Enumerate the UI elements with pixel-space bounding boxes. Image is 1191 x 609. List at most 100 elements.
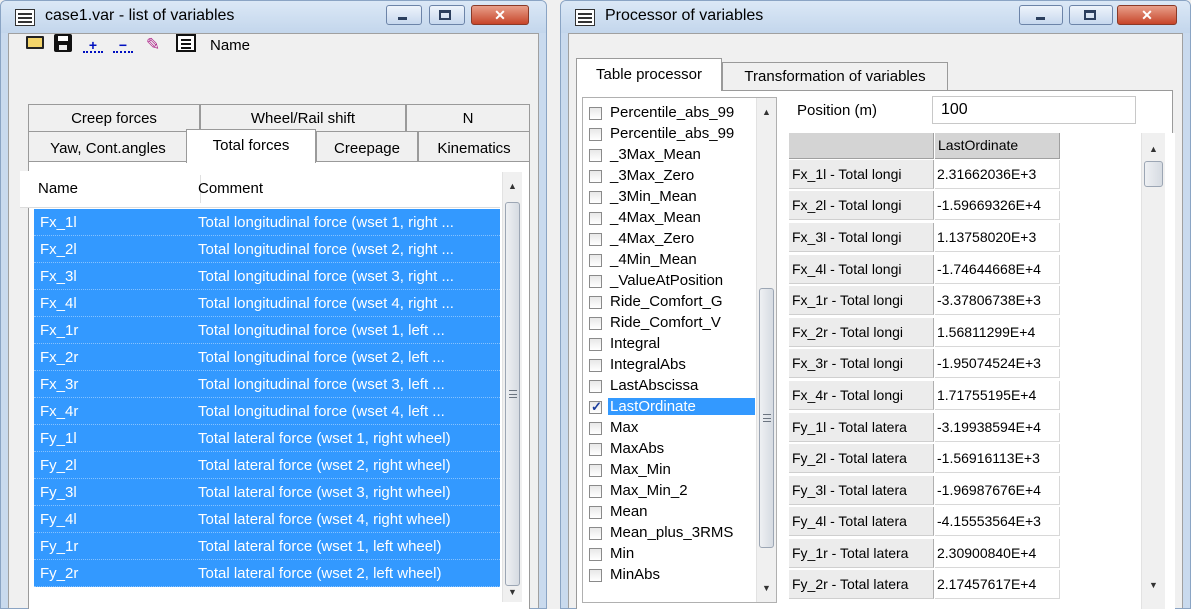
table-row[interactable]: Fy_3l Total lateral force (wset 3, right … bbox=[34, 479, 500, 506]
scroll-thumb[interactable] bbox=[759, 288, 774, 548]
row-header[interactable]: Fy_3l - Total latera bbox=[789, 476, 934, 505]
maximize-button[interactable] bbox=[1069, 5, 1113, 25]
scroll-down-icon[interactable]: ▼ bbox=[503, 584, 522, 600]
row-header[interactable]: Fx_3l - Total longi bbox=[789, 223, 934, 252]
table-row[interactable]: Fy_1l - Total latera -3.19938594E+4 bbox=[789, 413, 1060, 442]
scroll-up-icon[interactable]: ▲ bbox=[757, 104, 776, 120]
list-item[interactable]: Mean_plus_3RMS bbox=[587, 523, 757, 544]
list-item[interactable]: Max_Min bbox=[587, 460, 757, 481]
row-header[interactable]: Fy_2r - Total latera bbox=[789, 570, 934, 599]
list-item[interactable]: Ride_Comfort_G bbox=[587, 292, 757, 313]
list-item[interactable]: _3Min_Mean bbox=[587, 187, 757, 208]
row-header[interactable]: Fy_1l - Total latera bbox=[789, 413, 934, 442]
row-header[interactable]: Fx_1l - Total longi bbox=[789, 160, 934, 189]
list-item[interactable]: Ride_Comfort_V bbox=[587, 313, 757, 334]
tab-creep-forces[interactable]: Creep forces bbox=[28, 104, 200, 131]
row-header[interactable]: Fy_1r - Total latera bbox=[789, 539, 934, 568]
tab-kinematics[interactable]: Kinematics bbox=[418, 131, 530, 161]
list-item[interactable]: _3Max_Zero bbox=[587, 166, 757, 187]
table-row[interactable]: Fx_4r - Total longi 1.71755195E+4 bbox=[789, 381, 1060, 410]
scroll-thumb[interactable] bbox=[1144, 161, 1163, 187]
checkbox[interactable] bbox=[589, 317, 602, 330]
table-row[interactable]: Fy_2l - Total latera -1.56916113E+3 bbox=[789, 444, 1060, 473]
name-toggle[interactable]: Name bbox=[210, 37, 250, 54]
table-row[interactable]: Fx_1r - Total longi -3.37806738E+3 bbox=[789, 286, 1060, 315]
list-item[interactable]: Max bbox=[587, 418, 757, 439]
row-header[interactable]: Fx_3r - Total longi bbox=[789, 349, 934, 378]
close-button[interactable]: ✕ bbox=[471, 5, 529, 25]
checkbox-checked[interactable]: ✓ bbox=[589, 399, 602, 414]
scroll-down-icon[interactable]: ▼ bbox=[1142, 577, 1165, 593]
list-icon[interactable] bbox=[176, 34, 196, 52]
table-row[interactable]: Fy_1r - Total latera 2.30900840E+4 bbox=[789, 539, 1060, 568]
checkbox[interactable] bbox=[589, 506, 602, 519]
table-row[interactable]: Fx_2l Total longitudinal force (wset 2, r… bbox=[34, 236, 500, 263]
table-row[interactable]: Fx_1r Total longitudinal force (wset 1, l… bbox=[34, 317, 500, 344]
list-item[interactable]: Integral bbox=[587, 334, 757, 355]
table-row[interactable]: Fx_4l Total longitudinal force (wset 4, r… bbox=[34, 290, 500, 317]
grid-scrollbar[interactable]: ▲ ▼ bbox=[1141, 133, 1165, 609]
table-row[interactable]: Fx_4r Total longitudinal force (wset 4, l… bbox=[34, 398, 500, 425]
tab-n[interactable]: N bbox=[406, 104, 530, 131]
tool-icon[interactable]: ✎ bbox=[142, 34, 164, 56]
tab-table-processor[interactable]: Table processor bbox=[576, 58, 722, 91]
list-item[interactable]: Percentile_abs_99 bbox=[587, 124, 757, 145]
checkbox[interactable] bbox=[589, 464, 602, 477]
tab-yaw-cont-angles[interactable]: Yaw, Cont.angles bbox=[28, 131, 188, 161]
grid-cell[interactable]: -4.15553564E+3 bbox=[935, 507, 1060, 536]
title-bar[interactable]: case1.var - list of variables ✕ bbox=[1, 1, 546, 33]
title-bar[interactable]: Processor of variables ✕ bbox=[561, 1, 1190, 33]
scroll-thumb[interactable] bbox=[505, 202, 520, 586]
column-header-lastordinate[interactable]: LastOrdinate bbox=[935, 133, 1060, 159]
grid-cell[interactable]: 1.56811299E+4 bbox=[935, 318, 1060, 347]
row-header[interactable]: Fx_2r - Total longi bbox=[789, 318, 934, 347]
scroll-up-icon[interactable]: ▲ bbox=[1142, 141, 1165, 157]
scroll-up-icon[interactable]: ▲ bbox=[503, 178, 522, 194]
list-item[interactable]: _4Max_Zero bbox=[587, 229, 757, 250]
list-item[interactable]: LastAbscissa bbox=[587, 376, 757, 397]
row-header[interactable]: Fy_4l - Total latera bbox=[789, 507, 934, 536]
list-item[interactable]: _4Min_Mean bbox=[587, 250, 757, 271]
table-row[interactable]: Fx_1l - Total longi 2.31662036E+3 bbox=[789, 160, 1060, 189]
grid-cell[interactable]: 1.71755195E+4 bbox=[935, 381, 1060, 410]
grid-cell[interactable]: 2.17457617E+4 bbox=[935, 570, 1060, 599]
table-row[interactable]: Fx_2r Total longitudinal force (wset 2, l… bbox=[34, 344, 500, 371]
list-item[interactable]: _ValueAtPosition bbox=[587, 271, 757, 292]
row-header[interactable]: Fx_2l - Total longi bbox=[789, 191, 934, 220]
grid-cell[interactable]: 2.31662036E+3 bbox=[935, 160, 1060, 189]
minimize-button[interactable] bbox=[1019, 5, 1063, 25]
checkbox[interactable] bbox=[589, 443, 602, 456]
function-list-scrollbar[interactable]: ▲ ▼ bbox=[756, 98, 776, 602]
checkbox[interactable] bbox=[589, 380, 602, 393]
list-scrollbar[interactable]: ▲ ▼ bbox=[502, 172, 522, 602]
minimize-button[interactable] bbox=[386, 5, 422, 25]
maximize-button[interactable] bbox=[429, 5, 465, 25]
table-row[interactable]: Fx_3l Total longitudinal force (wset 3, r… bbox=[34, 263, 500, 290]
checkbox[interactable] bbox=[589, 233, 602, 246]
row-header[interactable]: Fx_4r - Total longi bbox=[789, 381, 934, 410]
row-header[interactable]: Fy_2l - Total latera bbox=[789, 444, 934, 473]
table-row[interactable]: Fx_3l - Total longi 1.13758020E+3 bbox=[789, 223, 1060, 252]
table-row[interactable]: Fy_1r Total lateral force (wset 1, left w… bbox=[34, 533, 500, 560]
checkbox[interactable] bbox=[589, 359, 602, 372]
checkbox[interactable] bbox=[589, 548, 602, 561]
list-item[interactable]: MinAbs bbox=[587, 565, 757, 586]
list-item[interactable]: _4Max_Mean bbox=[587, 208, 757, 229]
folder-open-icon[interactable] bbox=[26, 36, 44, 49]
row-header[interactable]: Fx_4l - Total longi bbox=[789, 255, 934, 284]
table-row[interactable]: Fy_4l - Total latera -4.15553564E+3 bbox=[789, 507, 1060, 536]
tab-transformation-of-variables[interactable]: Transformation of variables bbox=[722, 62, 948, 90]
scroll-down-icon[interactable]: ▼ bbox=[757, 580, 776, 596]
table-row[interactable]: Fy_2r - Total latera 2.17457617E+4 bbox=[789, 570, 1060, 599]
checkbox[interactable] bbox=[589, 296, 602, 309]
checkbox[interactable] bbox=[589, 212, 602, 225]
grid-cell[interactable]: -3.37806738E+3 bbox=[935, 286, 1060, 315]
column-header-name[interactable]: Name bbox=[38, 180, 78, 197]
table-row[interactable]: Fx_3r Total longitudinal force (wset 3, l… bbox=[34, 371, 500, 398]
table-row[interactable]: Fy_2l Total lateral force (wset 2, right … bbox=[34, 452, 500, 479]
grid-cell[interactable]: 2.30900840E+4 bbox=[935, 539, 1060, 568]
checkbox[interactable] bbox=[589, 191, 602, 204]
list-item[interactable]: _3Max_Mean bbox=[587, 145, 757, 166]
list-item[interactable]: IntegralAbs bbox=[587, 355, 757, 376]
checkbox[interactable] bbox=[589, 128, 602, 141]
